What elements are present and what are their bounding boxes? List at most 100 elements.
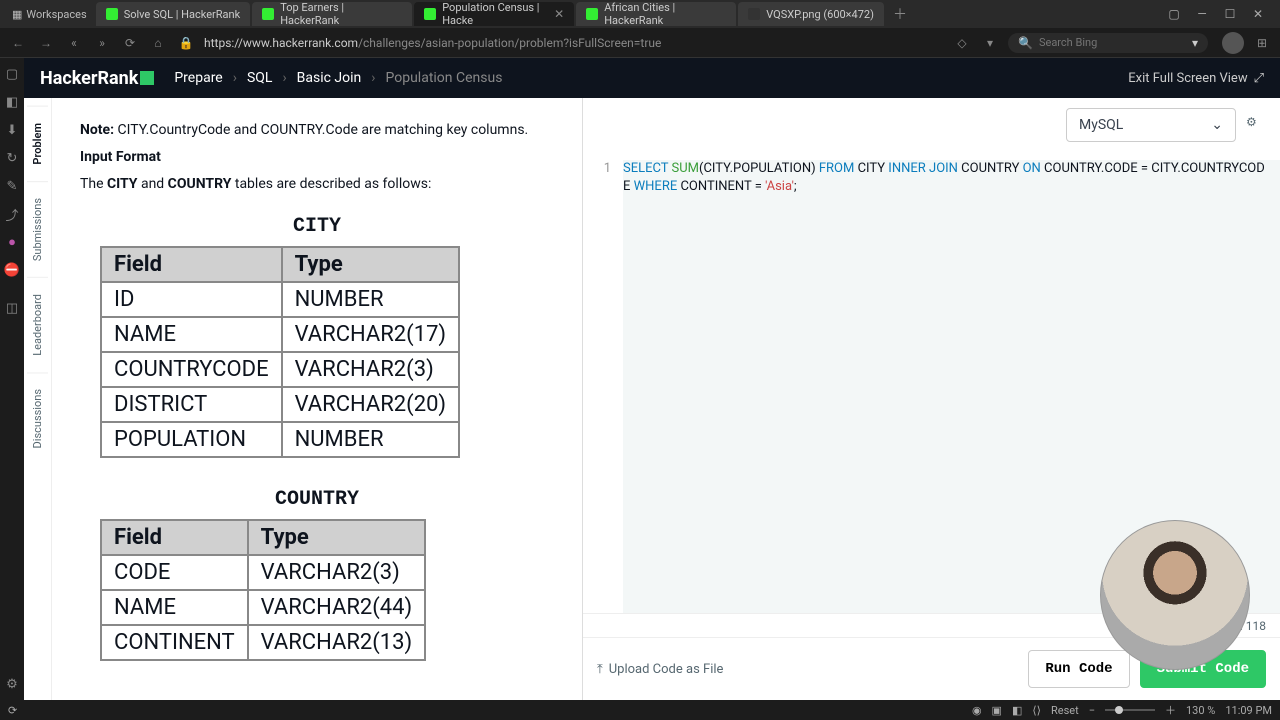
home-icon[interactable]: ⌂ — [148, 33, 168, 53]
adblock-icon[interactable]: ⛔ — [4, 262, 20, 278]
breadcrumb-sql[interactable]: SQL — [247, 70, 272, 86]
browser-tab[interactable]: VQSXP.png (600×472) — [738, 2, 884, 26]
search-box[interactable]: 🔍 ▾ — [1008, 33, 1208, 53]
breadcrumb-prepare[interactable]: Prepare — [174, 70, 222, 86]
zoom-in-icon[interactable]: ＋ — [1165, 702, 1176, 718]
exit-fullscreen-button[interactable]: Exit Full Screen View ⤢ — [1128, 71, 1264, 86]
app-body: Problem Submissions Leaderboard Discussi… — [24, 98, 1280, 700]
rewind-icon[interactable]: « — [64, 33, 84, 53]
cell: CODE — [101, 555, 248, 590]
code-kw: WHERE — [634, 179, 678, 194]
bookmark-icon[interactable]: ◇ — [952, 33, 972, 53]
upload-code-link[interactable]: ⤒ Upload Code as File — [597, 662, 723, 677]
extensions-icon[interactable]: ⊞ — [1252, 33, 1272, 53]
url-host: https://www.hackerrank.com — [204, 36, 358, 50]
window-icon[interactable]: ◫ — [4, 300, 20, 316]
note-text: CITY.CountryCode and COUNTRY.Code are ma… — [114, 122, 528, 138]
run-code-button[interactable]: Run Code — [1028, 650, 1129, 688]
code-icon[interactable]: ⟨⟩ — [1032, 704, 1041, 717]
code-kw: SELECT — [623, 161, 668, 176]
panel-icon[interactable]: ◧ — [1012, 704, 1022, 717]
profile-avatar[interactable] — [1222, 32, 1244, 54]
breadcrumb-basic-join[interactable]: Basic Join — [297, 70, 362, 86]
forward-icon[interactable]: → — [36, 33, 56, 53]
history-icon[interactable]: ↻ — [4, 150, 20, 166]
logo-text: HackerRank — [40, 68, 138, 89]
table-row: CONTINENTVARCHAR2(13) — [101, 625, 425, 660]
cell: DISTRICT — [101, 387, 282, 422]
fastforward-icon[interactable]: » — [92, 33, 112, 53]
tab-title: Solve SQL | HackerRank — [124, 8, 241, 21]
notes-icon[interactable]: ✎ — [4, 178, 20, 194]
browser-status-bar: ⟳ ◉ ▣ ◧ ⟨⟩ Reset − ＋ 130 % 11:09 PM — [0, 700, 1280, 720]
browser-tab[interactable]: Top Earners | HackerRank — [252, 2, 412, 26]
extension-icon[interactable]: ● — [4, 234, 20, 250]
upload-icon: ⤒ — [597, 662, 603, 677]
tab-title: African Cities | HackerRank — [604, 1, 726, 27]
chevron-down-icon[interactable]: ▾ — [980, 33, 1000, 53]
translate-icon[interactable]: ⤴ — [4, 206, 20, 222]
slider-thumb[interactable] — [1115, 706, 1123, 714]
desc-text: and — [137, 176, 167, 192]
hackerrank-logo[interactable]: HackerRank — [40, 68, 154, 89]
minimize-icon[interactable]: — — [1192, 4, 1212, 24]
download-icon[interactable]: ⬇ — [4, 122, 20, 138]
browser-tab[interactable]: Solve SQL | HackerRank — [96, 2, 251, 26]
zoom-out-icon[interactable]: − — [1089, 704, 1095, 717]
grid-icon: ▦ — [12, 8, 22, 21]
reading-list-icon[interactable]: ◧ — [4, 94, 20, 110]
table-row: NAMEVARCHAR2(44) — [101, 590, 425, 625]
tables-description: The CITY and COUNTRY tables are describe… — [80, 174, 554, 195]
search-input[interactable] — [1039, 36, 1186, 49]
country-schema-table: FieldType CODEVARCHAR2(3) NAMEVARCHAR2(4… — [100, 519, 426, 661]
bookmarks-icon[interactable]: ▢ — [4, 66, 20, 82]
browser-tab-active[interactable]: Population Census | Hacke ✕ — [414, 2, 574, 26]
zoom-slider[interactable] — [1105, 709, 1155, 711]
th-field: Field — [101, 247, 282, 282]
cell: ID — [101, 282, 282, 317]
workspaces-button[interactable]: ▦ Workspaces — [4, 8, 95, 21]
breadcrumb: Prepare › SQL › Basic Join › Population … — [174, 70, 502, 86]
lock-icon[interactable]: 🔒 — [176, 33, 196, 53]
new-tab-button[interactable]: ＋ — [885, 4, 915, 24]
tab-submissions[interactable]: Submissions — [27, 181, 48, 277]
desc-city: CITY — [107, 176, 138, 192]
tab-leaderboard[interactable]: Leaderboard — [27, 277, 48, 372]
editor-settings-button[interactable]: ⚙ — [1246, 115, 1266, 135]
country-table-caption: COUNTRY — [80, 488, 554, 511]
code-kw: JOIN — [929, 161, 958, 176]
search-icon: 🔍 — [1018, 36, 1033, 50]
exit-fullscreen-label: Exit Full Screen View — [1128, 71, 1247, 86]
th-type: Type — [248, 520, 426, 555]
webcam-overlay — [1100, 520, 1250, 670]
tab-discussions[interactable]: Discussions — [27, 372, 48, 464]
browser-tab[interactable]: African Cities | HackerRank — [576, 2, 736, 26]
table-row: NAMEVARCHAR2(17) — [101, 317, 459, 352]
chevron-down-icon: ⌄ — [1211, 117, 1223, 133]
maximize-icon[interactable]: ☐ — [1220, 4, 1240, 24]
close-window-icon[interactable]: ✕ — [1248, 4, 1268, 24]
language-select[interactable]: MySQL ⌄ — [1066, 108, 1236, 142]
settings-icon[interactable]: ⚙ — [4, 676, 20, 692]
url-field[interactable]: https://www.hackerrank.com/challenges/as… — [204, 36, 661, 50]
favicon-icon — [424, 8, 436, 20]
zoom-level: 130 % — [1186, 704, 1215, 717]
reload-icon[interactable]: ⟳ — [120, 33, 140, 53]
code-text: (CITY.POPULATION) — [699, 161, 819, 176]
back-icon[interactable]: ← — [8, 33, 28, 53]
panel-toggle-icon[interactable]: ▢ — [1164, 4, 1184, 24]
window-controls: ▢ — ☐ ✕ — [1156, 4, 1276, 24]
note-label: Note: — [80, 122, 114, 138]
sync-icon[interactable]: ⟳ — [8, 704, 17, 717]
tile-icon[interactable]: ▣ — [992, 704, 1002, 717]
note-line: Note: CITY.CountryCode and COUNTRY.Code … — [80, 120, 554, 141]
close-icon[interactable]: ✕ — [554, 7, 564, 21]
city-schema-table: FieldType IDNUMBER NAMEVARCHAR2(17) COUN… — [100, 246, 460, 458]
tab-problem[interactable]: Problem — [27, 106, 48, 181]
workspaces-label: Workspaces — [26, 8, 86, 21]
chevron-down-icon[interactable]: ▾ — [1192, 36, 1198, 50]
tab-title: Population Census | Hacke — [442, 1, 544, 27]
zoom-reset-button[interactable]: Reset — [1051, 704, 1079, 717]
camera-icon[interactable]: ◉ — [972, 704, 982, 717]
chevron-right-icon: › — [282, 70, 286, 86]
